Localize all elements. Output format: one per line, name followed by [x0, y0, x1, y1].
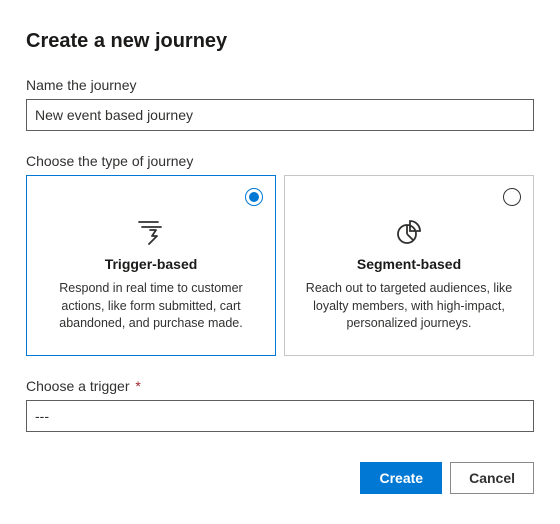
trigger-label: Choose a trigger * [26, 378, 534, 394]
radio-segment-based[interactable] [503, 188, 521, 206]
card-desc-trigger: Respond in real time to customer actions… [41, 280, 261, 333]
type-label: Choose the type of journey [26, 153, 534, 169]
trigger-input[interactable] [26, 400, 534, 432]
card-desc-segment: Reach out to targeted audiences, like lo… [299, 280, 519, 333]
trigger-field: Choose a trigger * [26, 378, 534, 432]
page-title: Create a new journey [26, 30, 534, 53]
pie-chart-icon [299, 218, 519, 246]
cancel-button[interactable]: Cancel [450, 462, 534, 494]
card-title-segment: Segment-based [299, 256, 519, 272]
required-asterisk: * [135, 378, 140, 394]
name-field: Name the journey [26, 77, 534, 131]
journey-name-input[interactable] [26, 99, 534, 131]
radio-trigger-based[interactable] [245, 188, 263, 206]
dialog-footer: Create Cancel [26, 462, 534, 494]
journey-type-cards: Trigger-based Respond in real time to cu… [26, 175, 534, 356]
type-field: Choose the type of journey Trigger-based… [26, 153, 534, 356]
name-label: Name the journey [26, 77, 534, 93]
create-button[interactable]: Create [360, 462, 442, 494]
card-trigger-based[interactable]: Trigger-based Respond in real time to cu… [26, 175, 276, 356]
trigger-label-text: Choose a trigger [26, 378, 130, 394]
lightning-icon [41, 218, 261, 246]
card-segment-based[interactable]: Segment-based Reach out to targeted audi… [284, 175, 534, 356]
card-title-trigger: Trigger-based [41, 256, 261, 272]
